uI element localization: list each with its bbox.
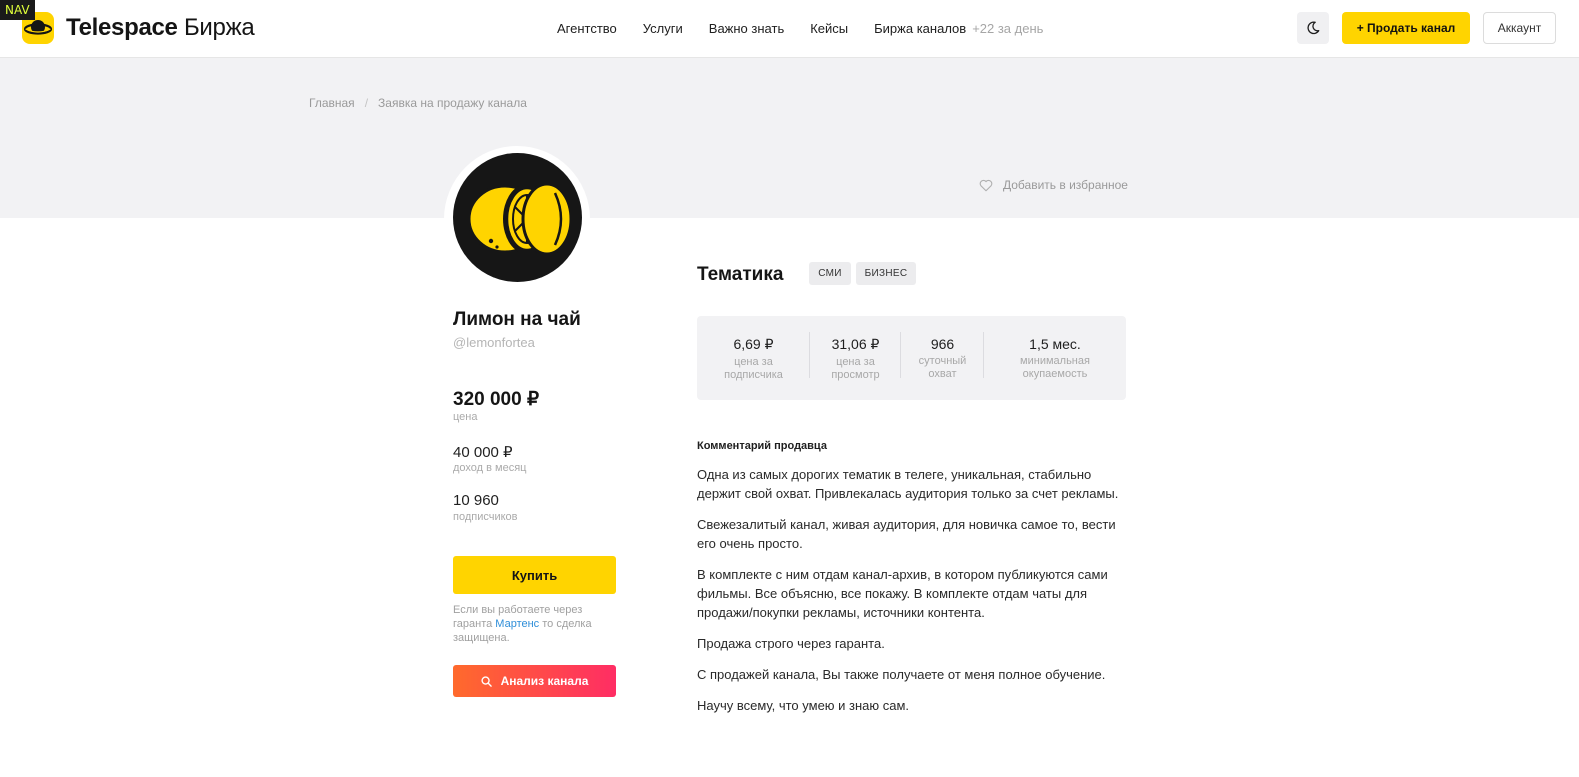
menu-item-exchange-label: Биржа каналов [874,21,967,36]
stat-label-line2: окупаемость [1022,368,1088,380]
stat-label-line2: подписчика [724,369,783,381]
breadcrumb-home[interactable]: Главная [309,96,355,110]
comment-paragraph: Продажа строго через гаранта. [697,636,885,651]
logo-bold: Telespace [66,14,178,41]
stat-label-line2: просмотр [831,369,880,381]
stat-min-payback: 1,5 мес. минимальная окупаемость [984,336,1126,381]
monthly-income-label: доход в месяц [453,462,527,474]
stat-daily-reach: 966 суточный охват [901,332,984,381]
topic-title: Тематика [697,264,784,285]
menu-item-exchange[interactable]: Биржа каналов +22 за день [874,21,1043,36]
moon-icon [1307,21,1320,35]
stat-label-line1: цена за [836,356,875,368]
guarantor-link[interactable]: Мартенс [495,618,539,630]
breadcrumb-current: Заявка на продажу канала [378,96,527,110]
stat-label: минимальная окупаемость [984,355,1126,381]
breadcrumb-separator: / [364,96,369,110]
stat-label: цена за просмотр [810,356,901,382]
analyze-channel-button[interactable]: Анализ канала [453,665,616,697]
stat-value: 6,69 ₽ [733,336,774,352]
logo-wordmark: Telespace Биржа [66,14,255,42]
sell-channel-button[interactable]: + Продать канал [1342,12,1470,44]
menu-item-agency[interactable]: Агентство [557,21,617,36]
new-channels-count: +22 за день [972,21,1044,36]
channel-stats: 6,69 ₽ цена за подписчика 31,06 ₽ цена за… [697,316,1126,400]
menu-item-services[interactable]: Услуги [643,21,683,36]
subscriber-count-label: подписчиков [453,511,518,523]
monthly-income: 40 000 ₽ [453,444,513,461]
stat-value: 1,5 мес. [1029,336,1081,352]
stat-price-per-view: 31,06 ₽ цена за просмотр [810,332,901,382]
topic-tag-business[interactable]: БИЗНЕС [856,262,916,285]
channel-price-label: цена [453,411,478,423]
stat-label: суточный охват [901,355,984,381]
top-navigation: Telespace Биржа Агентство Услуги Важно з… [0,0,1579,58]
channel-price: 320 000 ₽ [453,389,540,410]
heart-icon [979,179,993,191]
account-button[interactable]: Аккаунт [1483,12,1556,44]
buy-button[interactable]: Купить [453,556,616,594]
theme-toggle-button[interactable] [1297,12,1329,44]
stat-price-per-subscriber: 6,69 ₽ цена за подписчика [697,332,810,382]
comment-paragraph: Научу всему, что умею и знаю сам. [697,698,910,713]
menu-item-cases[interactable]: Кейсы [810,21,848,36]
guarantee-note: Если вы работаете через гаранта Мартенс … [453,603,623,645]
breadcrumb: Главная / Заявка на продажу канала [309,96,527,110]
stat-label: цена за подписчика [697,356,810,382]
add-to-favorites[interactable]: Добавить в избранное [979,178,1128,192]
main-menu: Агентство Услуги Важно знать Кейсы Биржа… [557,21,1043,36]
search-icon [481,675,492,687]
logo-light: Биржа [183,14,255,41]
seller-comment: Одна из самых дорогих тематик в телеге, … [697,465,1127,727]
stat-value: 966 [930,336,955,352]
comment-paragraph: Одна из самых дорогих тематик в телеге, … [697,467,1119,501]
seller-comment-title: Комментарий продавца [697,440,827,452]
nav-debug-tag: NAV [0,0,35,20]
analyze-channel-label: Анализ канала [500,674,589,688]
stat-label-line1: минимальная [1020,355,1090,367]
menu-item-important[interactable]: Важно знать [709,21,784,36]
stat-label-line1: цена за [734,356,773,368]
channel-handle[interactable]: @lemonfortea [453,335,535,350]
subscriber-count: 10 960 [453,492,499,509]
comment-paragraph: Свежезалитый канал, живая аудитория, для… [697,517,1116,551]
hero-band [0,58,1579,218]
stat-label-line2: охват [928,368,957,380]
comment-paragraph: С продажей канала, Вы также получаете от… [697,667,1106,682]
stat-value: 31,06 ₽ [831,336,880,352]
site-logo[interactable]: Telespace Биржа [22,12,255,44]
channel-avatar [453,153,582,282]
channel-title: Лимон на чай [453,309,581,330]
add-to-favorites-label: Добавить в избранное [1003,178,1128,192]
comment-paragraph: В комплекте с ним отдам канал-архив, в к… [697,567,1108,620]
stat-label-line1: суточный [918,355,967,367]
lemon-logo [467,182,573,256]
topic-tag-media[interactable]: СМИ [809,262,851,285]
